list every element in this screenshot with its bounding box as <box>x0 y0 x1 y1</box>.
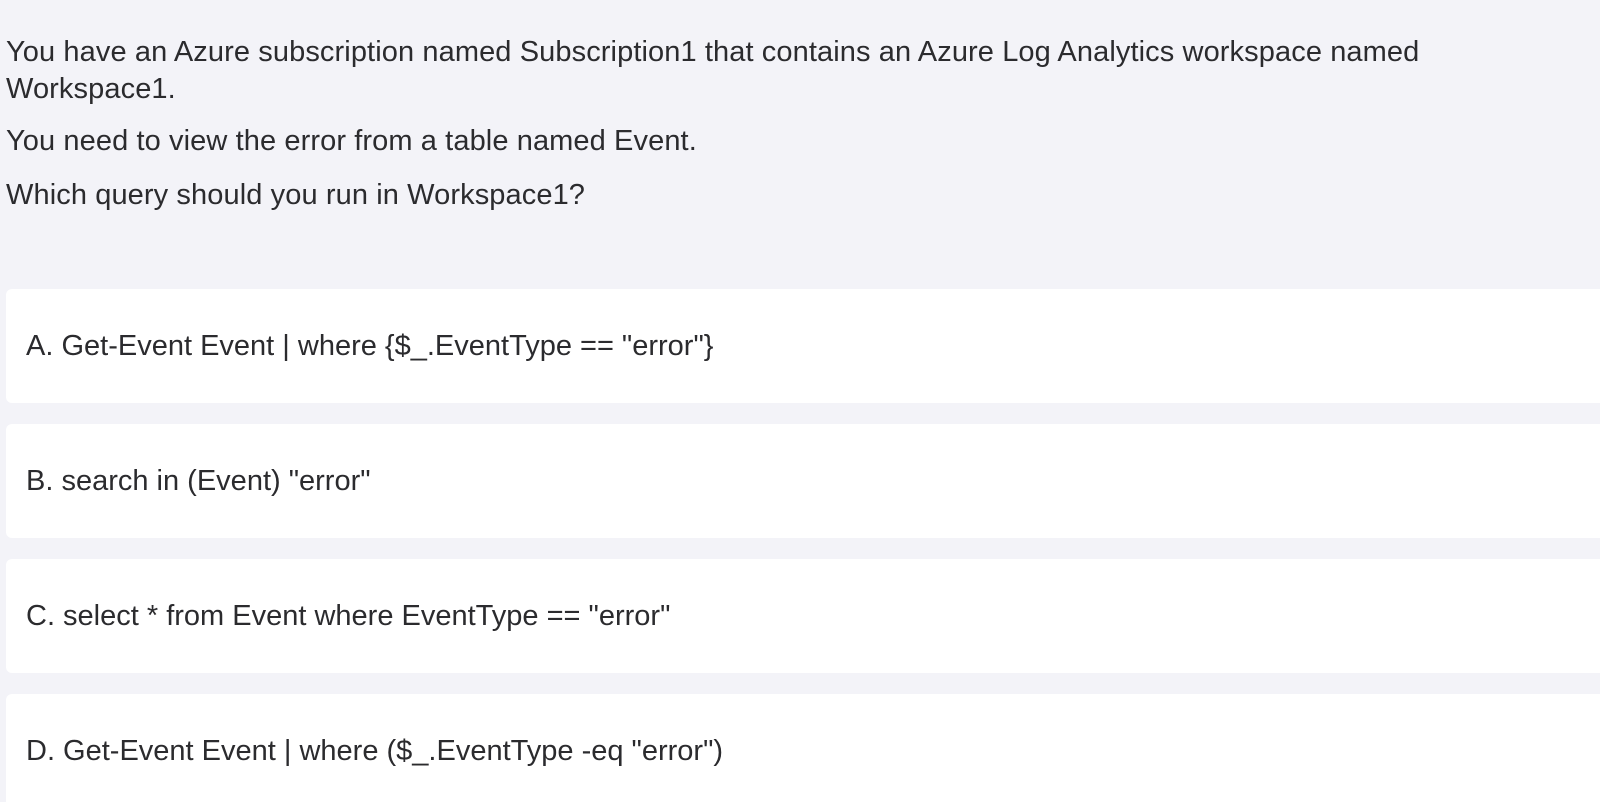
answer-option-a-text: A. Get-Event Event | where {$_.EventType… <box>26 330 714 362</box>
quiz-page: You have an Azure subscription named Sub… <box>0 0 1600 802</box>
question-prompt: Which query should you run in Workspace1… <box>6 179 586 211</box>
question-stem: You have an Azure subscription named Sub… <box>6 0 1596 214</box>
question-text-line-1: You have an Azure subscription named Sub… <box>6 36 1420 68</box>
answer-option-d-text: D. Get-Event Event | where ($_.EventType… <box>26 735 724 767</box>
question-requirement: You need to view the error from a table … <box>6 125 697 157</box>
answer-option-b-text: B. search in (Event) "error" <box>26 465 371 497</box>
answer-option-c[interactable]: C. select * from Event where EventType =… <box>6 559 1600 673</box>
answer-option-a[interactable]: A. Get-Event Event | where {$_.EventType… <box>6 289 1600 403</box>
answer-option-c-text: C. select * from Event where EventType =… <box>26 600 671 632</box>
answer-options: A. Get-Event Event | where {$_.EventType… <box>6 289 1600 802</box>
question-text-line-2: Workspace1. <box>6 73 176 105</box>
answer-option-b[interactable]: B. search in (Event) "error" <box>6 424 1600 538</box>
answer-option-d[interactable]: D. Get-Event Event | where ($_.EventType… <box>6 694 1600 802</box>
